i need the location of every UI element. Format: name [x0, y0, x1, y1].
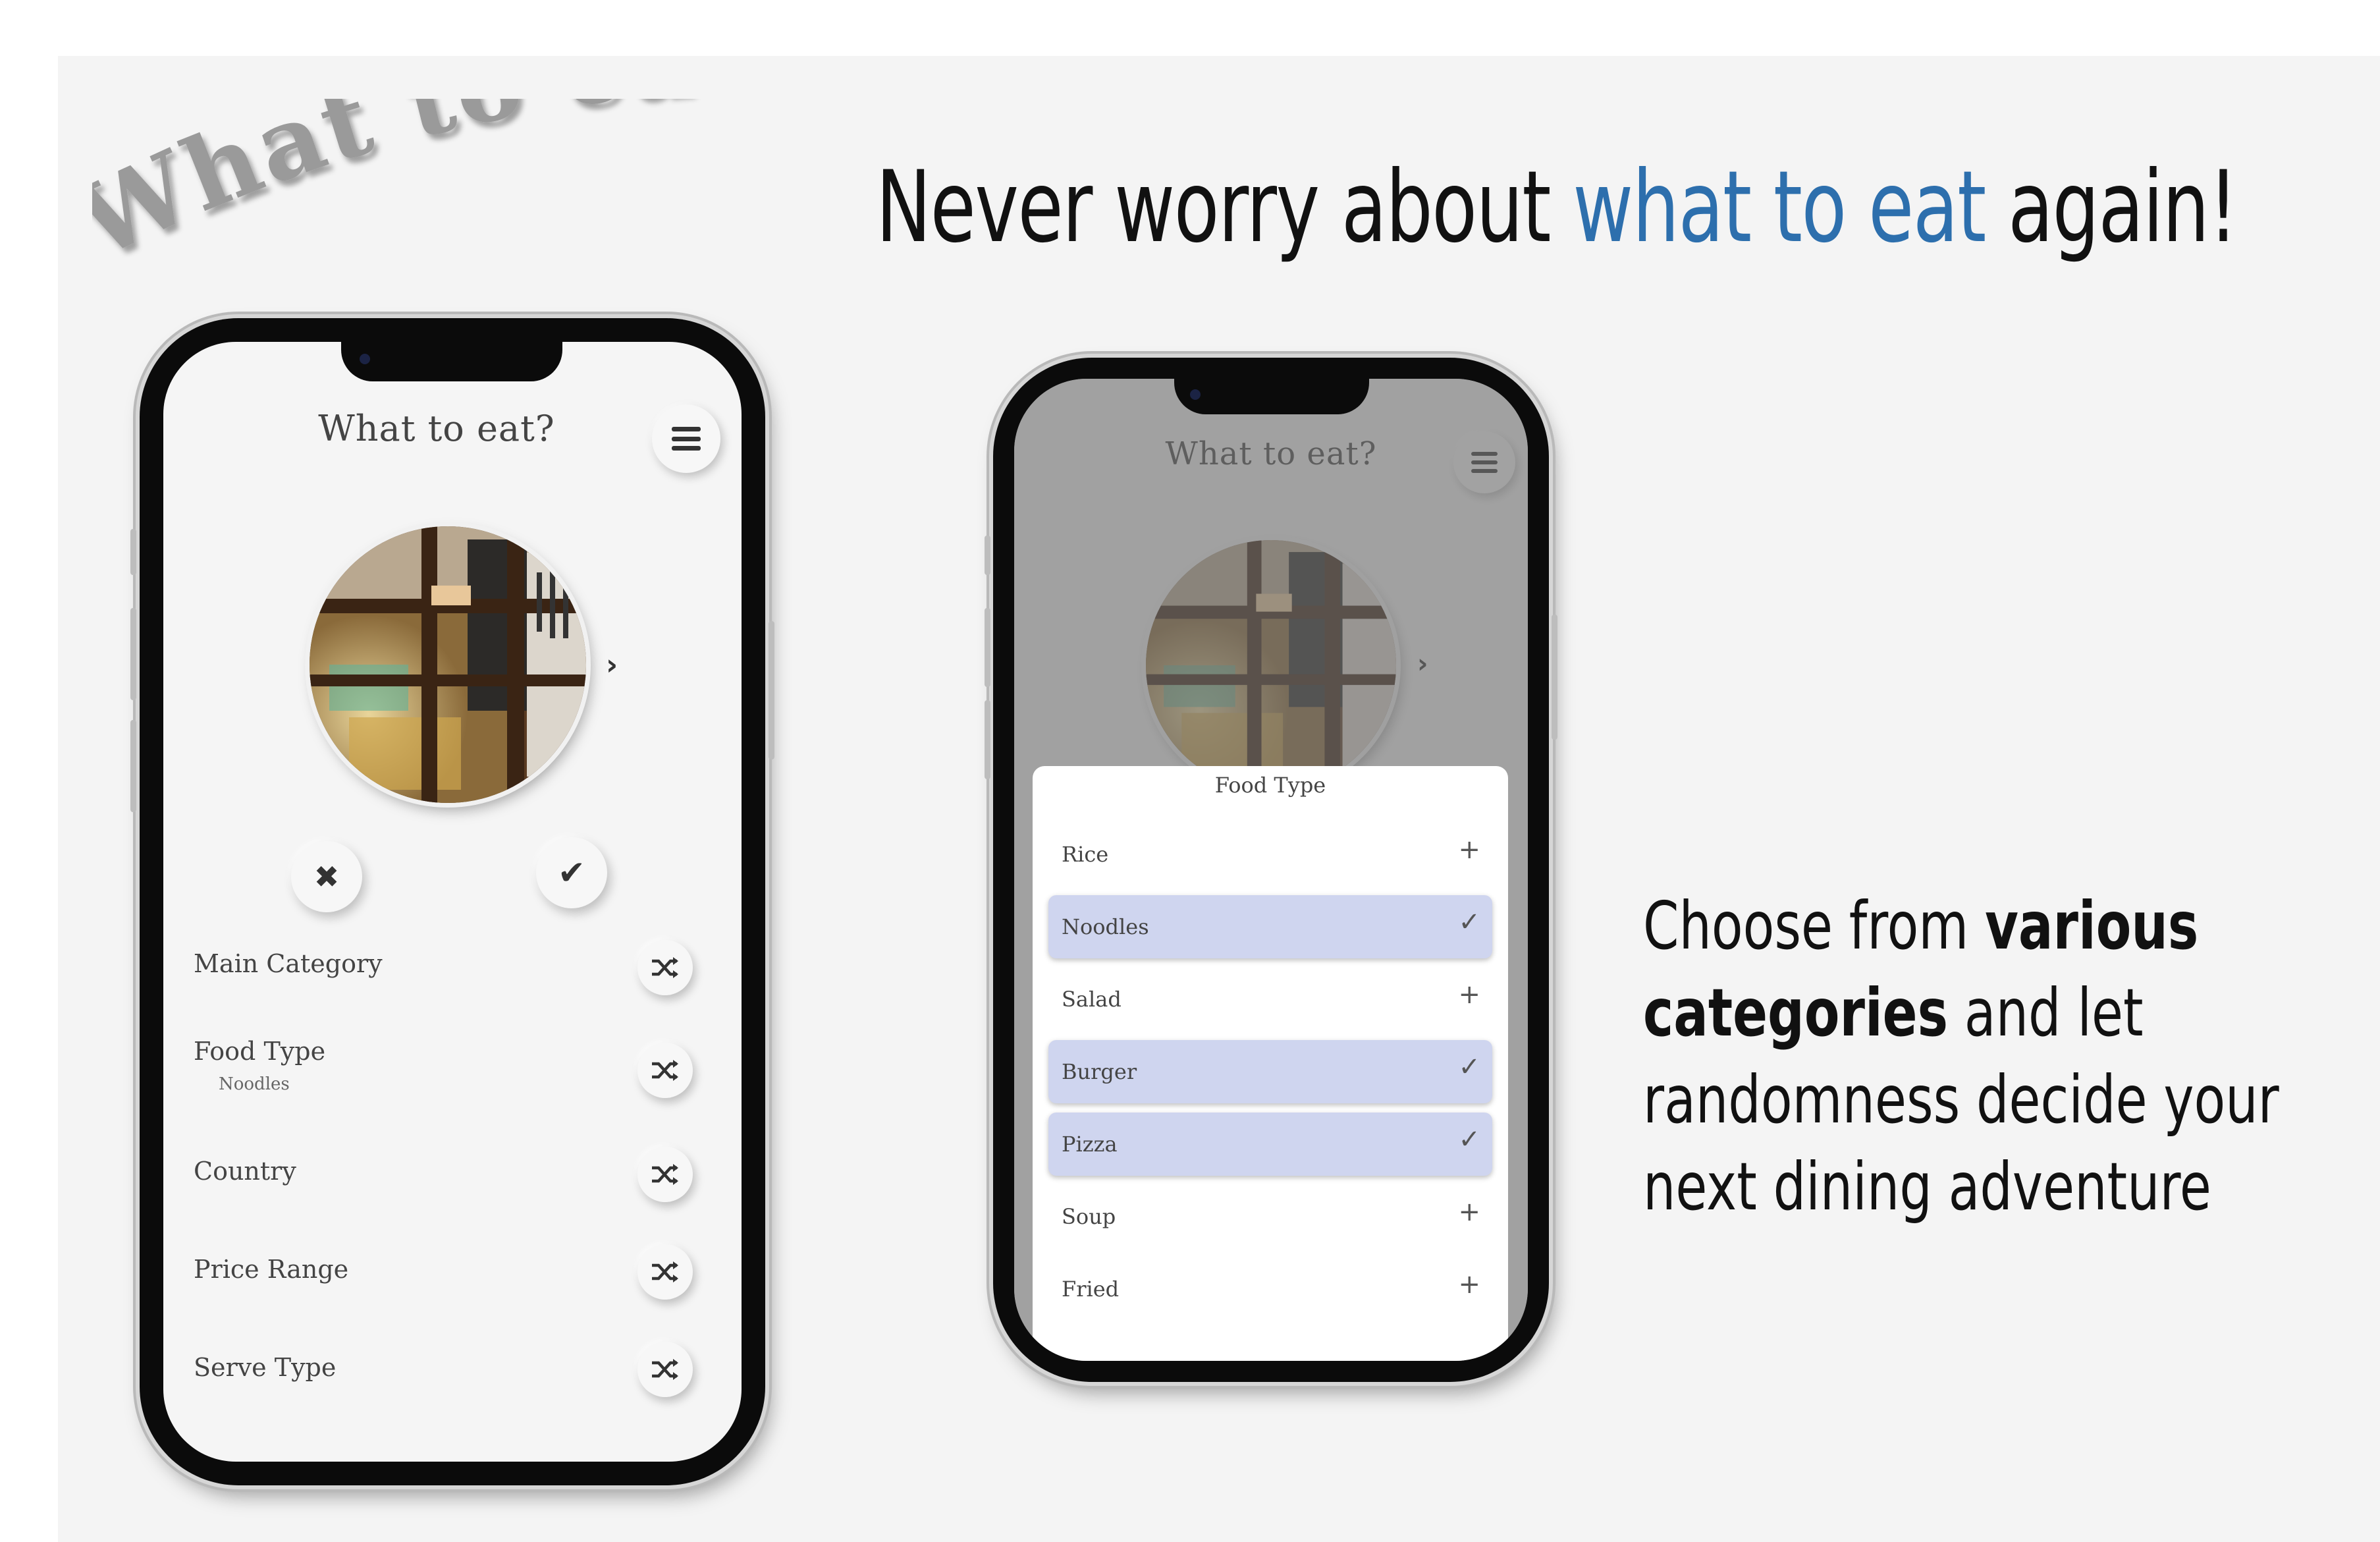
plus-icon: + [1458, 835, 1480, 865]
option-label: Fried [1062, 1277, 1120, 1302]
sheet-title: Food Type [1214, 773, 1326, 798]
tagline-bold: categories [1643, 974, 1949, 1051]
app-screen-with-sheet: What to eat? › Food Type [1014, 379, 1528, 1361]
tagline-text: next dining adventure [1643, 1148, 2211, 1225]
hamburger-menu-icon [672, 427, 701, 451]
phone-mockup-main: What to eat? › ✖ ✔ Main Category Food Ty… [130, 318, 774, 1485]
shuffle-button-main-category[interactable] [637, 940, 693, 995]
tagline-text: Choose from [1643, 887, 1986, 964]
option-salad[interactable]: Salad + [1048, 968, 1492, 1031]
app-title: What to eat? [318, 408, 555, 449]
chevron-right-icon[interactable]: › [606, 648, 618, 682]
shuffle-button-country[interactable] [637, 1147, 693, 1202]
category-label: Country [194, 1157, 296, 1186]
option-fried[interactable]: Fried + [1048, 1257, 1492, 1321]
shuffle-icon [652, 1060, 678, 1081]
option-noodles[interactable]: Noodles ✓ [1048, 895, 1492, 958]
check-icon: ✓ [1458, 1124, 1480, 1155]
plus-icon: + [1458, 1197, 1480, 1227]
option-label: Soup [1062, 1204, 1116, 1229]
check-icon: ✓ [1458, 907, 1480, 937]
logo-wordmark: What to eat? [92, 99, 699, 270]
option-label: Salad [1062, 987, 1122, 1012]
headline-post: again! [1985, 150, 2238, 265]
option-pizza[interactable]: Pizza ✓ [1048, 1113, 1492, 1176]
tagline: Choose from various categories and let r… [1643, 883, 2279, 1230]
option-soup[interactable]: Soup + [1048, 1185, 1492, 1248]
shuffle-button-food-type[interactable] [637, 1043, 693, 1098]
accept-button[interactable]: ✔ [536, 837, 607, 908]
shuffle-button-price-range[interactable] [637, 1244, 693, 1300]
option-label: Rice [1062, 842, 1109, 867]
headline-highlight: what to eat [1573, 150, 1986, 265]
tagline-bold: various [1985, 887, 2199, 964]
option-label: Noodles [1062, 914, 1149, 939]
tagline-text: randomness decide your [1643, 1061, 2279, 1138]
plus-icon: + [1458, 1269, 1480, 1300]
shuffle-button-serve-type[interactable] [637, 1342, 693, 1397]
food-photo [310, 526, 586, 803]
category-label: Serve Type [194, 1353, 337, 1382]
logo-text: What to eat? [92, 99, 697, 270]
category-value: Noodles [219, 1074, 290, 1094]
shuffle-icon [652, 1261, 678, 1282]
category-label: Main Category [194, 949, 383, 978]
check-icon: ✔ [558, 854, 585, 892]
option-burger[interactable]: Burger ✓ [1048, 1040, 1492, 1103]
option-rice[interactable]: Rice + [1048, 823, 1492, 886]
shuffle-icon [652, 1359, 678, 1380]
category-label: Food Type [194, 1037, 326, 1066]
phone-notch [1174, 379, 1369, 414]
check-icon: ✓ [1458, 1052, 1480, 1082]
shuffle-icon [652, 1164, 678, 1185]
shuffle-icon [652, 957, 678, 978]
svg-text:What to eat?: What to eat? [92, 99, 699, 270]
phone-mockup-food-type-sheet: What to eat? › Food Type [985, 358, 1557, 1382]
headline-pre: Never worry about [876, 150, 1573, 265]
option-label: Burger [1062, 1059, 1137, 1084]
tagline-text: and let [1948, 974, 2144, 1051]
app-screen: What to eat? › ✖ ✔ Main Category Food Ty… [163, 342, 742, 1462]
close-icon: ✖ [313, 859, 340, 895]
menu-button[interactable] [652, 404, 720, 473]
plus-icon: + [1458, 979, 1480, 1010]
phone-notch [341, 342, 562, 381]
reject-button[interactable]: ✖ [291, 841, 362, 912]
food-type-sheet: Food Type Rice + Noodles ✓ Salad + Burge… [1033, 766, 1508, 1361]
headline: Never worry about what to eat again! [876, 142, 2238, 273]
category-label: Price Range [194, 1255, 349, 1284]
option-label: Pizza [1062, 1132, 1118, 1157]
